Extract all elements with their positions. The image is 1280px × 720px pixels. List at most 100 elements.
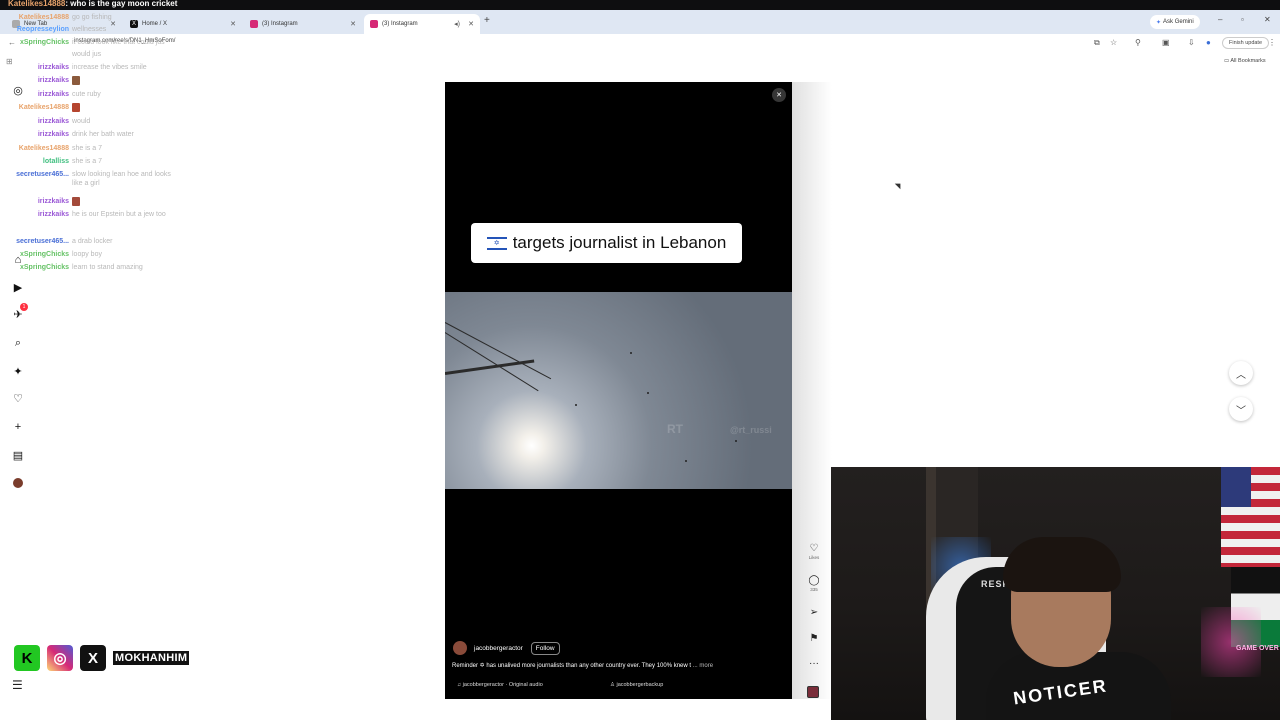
emote-icon xyxy=(72,76,80,85)
close-icon[interactable]: ✕ xyxy=(230,20,236,28)
chat-user xyxy=(0,50,72,59)
ask-gemini-button[interactable]: ✦ Ask Gemini xyxy=(1150,15,1200,29)
new-tab-button[interactable]: + xyxy=(484,15,490,26)
audio-thumbnail[interactable] xyxy=(807,686,819,698)
mute-icon[interactable]: ✕ xyxy=(772,88,786,102)
speck xyxy=(647,392,649,394)
minimize-icon[interactable]: – xyxy=(1218,15,1222,24)
chat-top-user: Katelikes14888 xyxy=(8,0,66,8)
chat-user: Reopresseylion xyxy=(16,26,69,33)
save-button[interactable]: ⚑ xyxy=(806,633,822,644)
more-menu-icon[interactable]: ☰ xyxy=(12,678,23,692)
follow-button[interactable]: Follow xyxy=(530,641,560,655)
chat-top-line: Katelikes14888: who is the gay moon cric… xyxy=(8,0,178,8)
streamer-hair xyxy=(1003,537,1121,592)
direct-icon[interactable]: ✈ 1 xyxy=(10,303,28,322)
reel-headline: ✡ targets journalist in Lebanon xyxy=(471,223,742,263)
profile-icon[interactable] xyxy=(10,475,26,491)
instagram-logo-icon[interactable]: ◎ xyxy=(10,82,26,98)
dashboard-icon[interactable]: ▤ xyxy=(10,447,26,463)
finish-update-button[interactable]: Finish update xyxy=(1222,37,1270,49)
chat-user: secretuser465... xyxy=(16,238,69,245)
chat-text: drink her bath water xyxy=(72,131,134,138)
speaker-icon[interactable]: ◂) xyxy=(454,20,460,28)
ask-gemini-label: Ask Gemini xyxy=(1163,19,1194,25)
speck xyxy=(735,440,737,442)
rt-handle-watermark: @rt_russi xyxy=(730,425,772,435)
install-icon[interactable]: ⧉ xyxy=(1094,38,1100,48)
chat-user: Katelikes14888 xyxy=(18,104,69,111)
tab-instagram-1[interactable]: (3) Instagram ✕ xyxy=(244,14,362,34)
bookmark-star-icon[interactable]: ☆ xyxy=(1110,38,1117,47)
chat-message: Katelikes14888 xyxy=(0,103,80,112)
tab-instagram-active[interactable]: (3) Instagram ◂) ✕ xyxy=(364,14,480,34)
chat-text: would jus xyxy=(72,51,102,58)
chat-message: irizzkaiks he is our Epstein but a jew to… xyxy=(0,210,182,219)
chat-user: irizzkaiks xyxy=(37,64,69,71)
chat-user: irizzkaiks xyxy=(37,131,69,138)
chat-user: irizzkaiks xyxy=(37,118,69,125)
previous-reel-button[interactable]: ︿ xyxy=(1229,361,1253,385)
reels-icon[interactable]: ▶ xyxy=(10,279,26,295)
tab-label: (3) Instagram xyxy=(382,21,418,27)
chat-text: would xyxy=(72,118,91,125)
chat-message: xSpringChicks it could look like that cou… xyxy=(0,38,182,47)
chat-user: secretuser465... xyxy=(16,171,69,178)
profile-avatar xyxy=(13,478,23,488)
speck xyxy=(575,404,577,406)
chevron-down-icon: ﹀ xyxy=(1236,405,1246,417)
chat-text: cute ruby xyxy=(72,91,101,98)
emote-icon xyxy=(72,103,80,112)
finish-update-label: Finish update xyxy=(1229,40,1263,46)
chat-message: irizzkaiks drink her bath water xyxy=(0,130,182,139)
tagged-user[interactable]: ♙ jacobbergerbackup xyxy=(610,682,663,688)
comment-button[interactable]: ◯ 335 xyxy=(806,575,822,592)
emote-icon xyxy=(72,197,80,206)
author-name[interactable]: jacobbergeractor xyxy=(474,645,523,652)
all-bookmarks[interactable]: ▭ All Bookmarks xyxy=(1224,58,1266,64)
chat-top-message: who is the gay moon cricket xyxy=(70,0,178,8)
chat-user: Katelikes14888 xyxy=(18,145,69,152)
audio-info[interactable]: ♫ jacobbergeractor · Original audio xyxy=(457,682,543,688)
chat-user: irizzkaiks xyxy=(37,198,69,205)
reel-player[interactable]: ✕ ✡ targets journalist in Lebanon RT @rt… xyxy=(445,82,792,699)
chat-text: go go fishing xyxy=(72,14,112,21)
more-link[interactable]: ... more xyxy=(693,663,713,669)
chat-message: lotalliss she is a 7 xyxy=(0,157,182,166)
like-button[interactable]: ♡ Likes xyxy=(806,543,822,560)
profile-avatar-icon[interactable]: ● xyxy=(1206,38,1211,47)
next-reel-button[interactable]: ﹀ xyxy=(1229,397,1253,421)
more-options-button[interactable]: ··· xyxy=(806,658,822,669)
maximize-icon[interactable]: ▫ xyxy=(1241,15,1244,24)
notifications-icon[interactable]: ♡ xyxy=(10,390,26,406)
close-icon[interactable]: ✕ xyxy=(350,20,356,28)
reel-author: jacobbergeractor Follow xyxy=(453,641,560,655)
chat-user: irizzkaiks xyxy=(37,211,69,218)
extensions-icon[interactable]: ⚲ xyxy=(1135,38,1141,47)
comments-count: 335 xyxy=(810,587,818,592)
close-window-icon[interactable]: ✕ xyxy=(1264,15,1271,24)
sidepanel-icon[interactable]: ▣ xyxy=(1162,38,1170,47)
close-icon[interactable]: ✕ xyxy=(468,20,474,28)
download-icon[interactable]: ⇩ xyxy=(1188,38,1195,47)
chat-message: xSpringChicks learn to stand amazing xyxy=(0,263,182,272)
search-icon[interactable]: ⌕ xyxy=(10,335,26,351)
chat-message: irizzkaiks increase the vibes smile xyxy=(0,63,182,72)
chevron-up-icon: ︿ xyxy=(1236,369,1246,381)
kick-icon: K xyxy=(14,645,40,671)
ellipsis-icon: ··· xyxy=(809,658,819,669)
game-over-sign: GAME OVER xyxy=(1236,645,1279,652)
reel-video-frame[interactable]: RT @rt_russi xyxy=(445,292,792,489)
instagram-icon xyxy=(250,20,258,28)
chat-message: secretuser465... a drab locker xyxy=(0,237,182,246)
kebab-menu-icon[interactable]: ⋮ xyxy=(1268,38,1276,47)
reel-headline-text: targets journalist in Lebanon xyxy=(512,233,727,252)
share-button[interactable]: ➢ xyxy=(806,607,822,618)
home-icon[interactable]: ⌂ xyxy=(10,252,26,268)
chat-message: Reopresseylion wellnesses xyxy=(0,25,182,34)
instagram-icon: ◎ xyxy=(47,645,73,671)
author-avatar[interactable] xyxy=(453,641,467,655)
explore-icon[interactable]: ✦ xyxy=(10,363,26,379)
create-icon[interactable]: + xyxy=(10,419,26,435)
chat-text: learn to stand amazing xyxy=(72,264,143,271)
